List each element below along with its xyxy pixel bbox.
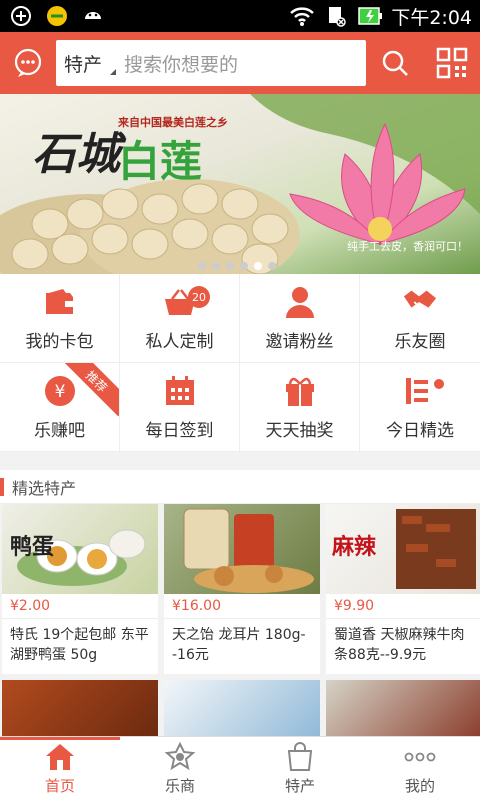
grid-item-wallet[interactable]: 我的卡包 (0, 274, 120, 363)
product-card[interactable]: 鸭蛋 ¥2.00 特氏 19个起包邮 东平湖野鸭蛋 50g (2, 504, 158, 674)
gift-icon (283, 374, 317, 408)
chat-bubble-icon (14, 48, 42, 77)
status-bar: 下午2:04 (0, 0, 480, 32)
nav-label: 特产 (284, 777, 315, 795)
search-box[interactable]: 特产 搜索你想要的 (56, 40, 366, 86)
product-image: 鸭蛋 (2, 504, 158, 594)
grid-item-earn[interactable]: 推荐 ¥ 乐赚吧 (0, 363, 120, 452)
search-button[interactable] (366, 32, 424, 94)
section-title: 精选特产 (12, 478, 77, 498)
battery-charging-icon (357, 5, 383, 27)
banner-note: 纯手工去皮，香润可口！ (347, 240, 468, 253)
nav-label: 首页 (44, 777, 75, 795)
grid-label: 今日精选 (386, 420, 454, 441)
section-header: 精选特产 (0, 470, 480, 504)
more-dots-icon (404, 741, 436, 773)
section-accent-bar (0, 477, 4, 496)
grid-label: 天天抽奖 (265, 420, 334, 441)
product-price: ¥16.00 (172, 598, 221, 614)
banner-title-script: 石城 (32, 129, 120, 180)
product-image (326, 680, 480, 736)
android-icon (80, 5, 106, 27)
bottom-nav: 首页 乐商 特产 我的 (0, 736, 480, 800)
product-description: 蜀道香 天椒麻辣牛肉条88克--9.9元 (326, 618, 480, 674)
grid-label: 乐友圈 (394, 331, 446, 352)
shopping-bag-icon (284, 741, 316, 773)
calendar-icon (163, 374, 197, 408)
carousel-dot[interactable] (212, 262, 220, 270)
nav-home[interactable]: 首页 (0, 737, 120, 800)
carousel-dot[interactable] (240, 262, 248, 270)
ribbon-label: 推荐 (61, 363, 119, 417)
badge-count: 20 (188, 286, 210, 308)
search-category-label: 特产 (64, 53, 103, 76)
product-description: 特氏 19个起包邮 东平湖野鸭蛋 50g (2, 618, 158, 674)
qr-scan-button[interactable] (424, 32, 480, 94)
product-card[interactable]: 麻辣 ¥9.90 蜀道香 天椒麻辣牛肉条88克--9.9元 (326, 504, 480, 674)
list-icon (403, 374, 437, 408)
nav-mine[interactable]: 我的 (360, 737, 480, 800)
grid-item-lottery[interactable]: 天天抽奖 (240, 363, 360, 452)
grid-item-custom[interactable]: 20 私人定制 (120, 274, 240, 363)
product-list: 鸭蛋 ¥2.00 特氏 19个起包邮 东平湖野鸭蛋 50g ¥16.00 天之饴… (0, 504, 480, 736)
search-icon (382, 50, 408, 76)
product-price: ¥9.90 (334, 598, 375, 614)
nav-specialty[interactable]: 特产 (240, 737, 360, 800)
carousel-dot[interactable] (268, 262, 276, 270)
person-icon (283, 285, 317, 319)
qr-code-icon (436, 47, 468, 79)
carousel-dot[interactable] (226, 262, 234, 270)
shop-badge-icon (164, 741, 196, 773)
product-price: ¥2.00 (10, 598, 51, 614)
product-image: 麻辣 (326, 504, 480, 594)
nav-label: 乐商 (164, 777, 195, 795)
recommend-ribbon: 推荐 (59, 363, 119, 423)
wifi-icon (289, 5, 315, 27)
message-button[interactable] (0, 32, 56, 94)
product-image (164, 680, 320, 736)
home-icon (44, 741, 76, 773)
sim-card-icon (323, 5, 349, 27)
product-card[interactable] (326, 680, 480, 736)
carousel-dot[interactable] (198, 262, 206, 270)
product-card[interactable] (2, 680, 158, 736)
grid-item-today-picks[interactable]: 今日精选 (360, 363, 480, 452)
product-image (164, 504, 320, 594)
svg-text:麻辣: 麻辣 (331, 534, 377, 560)
app-notification-icon (44, 5, 70, 27)
grid-item-friends[interactable]: 乐友圈 (360, 274, 480, 363)
wallet-icon (43, 285, 77, 319)
product-card[interactable]: ¥16.00 天之饴 龙耳片 180g--16元 (164, 504, 320, 674)
grid-item-invite[interactable]: 邀请粉丝 (240, 274, 360, 363)
grid-label: 我的卡包 (25, 331, 94, 352)
add-circle-icon (8, 5, 34, 27)
notification-dot (434, 379, 444, 389)
clock: 下午2:04 (391, 6, 472, 29)
product-card[interactable] (164, 680, 320, 736)
top-header: 特产 搜索你想要的 (0, 32, 480, 94)
svg-text:鸭蛋: 鸭蛋 (10, 534, 54, 560)
promo-banner[interactable]: 来自中国最美白莲之乡 石城 白莲 纯手工去皮，香润可口！ (0, 94, 480, 274)
product-description: 天之饴 龙耳片 180g--16元 (164, 618, 320, 674)
grid-item-checkin[interactable]: 每日签到 (120, 363, 240, 452)
grid-label: 每日签到 (145, 420, 214, 441)
dropdown-triangle-icon (110, 68, 116, 75)
grid-label: 邀请粉丝 (265, 331, 334, 352)
search-input[interactable]: 搜索你想要的 (116, 50, 238, 77)
search-category-select[interactable]: 特产 (56, 50, 116, 77)
grid-label: 私人定制 (145, 331, 214, 352)
carousel-indicator (198, 262, 276, 270)
product-image (2, 680, 158, 736)
banner-title: 白莲 (118, 137, 203, 186)
nav-shop[interactable]: 乐商 (120, 737, 240, 800)
carousel-dot-active[interactable] (254, 262, 262, 270)
nav-label: 我的 (404, 777, 435, 795)
feature-grid: 我的卡包 20 私人定制 邀请粉丝 乐友圈 推荐 ¥ 乐赚吧 每日签到 天天抽奖… (0, 274, 480, 452)
handshake-icon (403, 285, 437, 319)
